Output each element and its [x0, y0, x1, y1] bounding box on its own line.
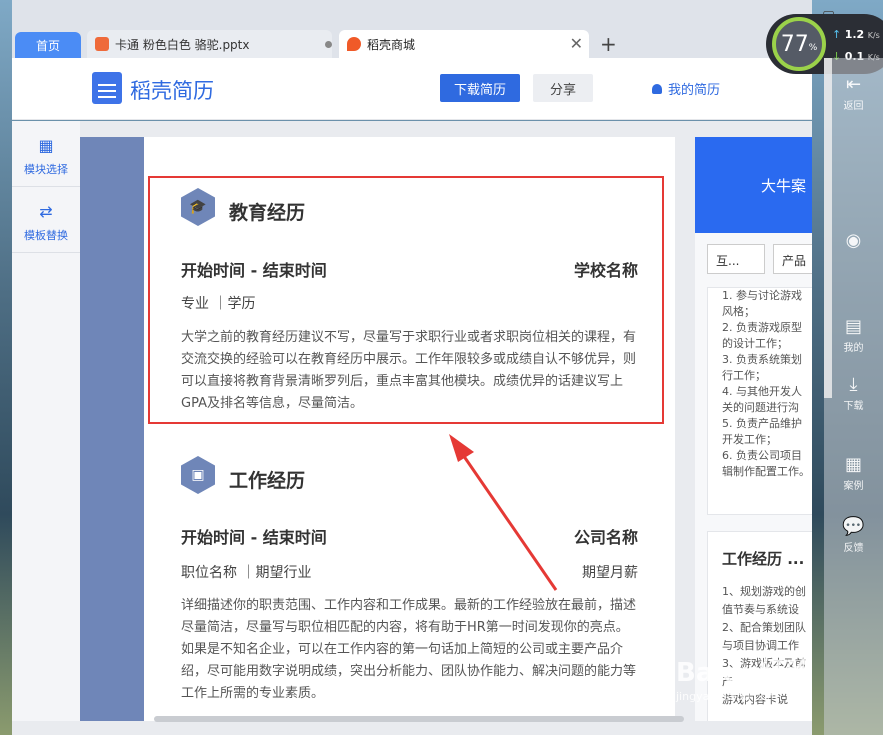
- case-card-line: 5. 负责产品维护: [722, 417, 802, 430]
- sidebar-item-template-replace[interactable]: ⇄ 模板替换: [12, 189, 80, 253]
- tab-label: 稻壳商城: [367, 37, 416, 52]
- briefcase-icon: ▣: [181, 456, 215, 494]
- highlight-box: [148, 176, 664, 424]
- app-logo-text: 稻壳简历: [130, 79, 214, 103]
- upload-speed-value: 1.2: [844, 28, 865, 41]
- document-icon: ▤: [844, 316, 862, 337]
- tab-home[interactable]: 首页: [15, 32, 81, 58]
- download-resume-button[interactable]: 下载简历: [440, 74, 520, 102]
- case-card-line: 4. 与其他开发人: [722, 385, 802, 398]
- tab-bar: 首页 卡通 粉色白色 骆驼.pptx 稻壳商城 ✕ + ▢ —: [12, 0, 836, 58]
- usage-percent-unit: %: [808, 43, 818, 53]
- work-expected-salary[interactable]: 期望月薪: [582, 562, 638, 582]
- case-card-line: 2、配合策划团队: [722, 621, 806, 634]
- case-card-line: 关的问题进行沟: [722, 401, 799, 414]
- docer-flame-icon: [347, 37, 361, 51]
- case-card-title: 工作经历 ...: [722, 550, 805, 568]
- close-tab-icon[interactable]: ✕: [570, 34, 583, 53]
- sidebar-item-label: 模板替换: [24, 229, 68, 242]
- back-arrow-icon: ⇤: [845, 74, 862, 95]
- memory-usage-ring: 77%: [772, 17, 826, 71]
- back-label: 返回: [843, 101, 864, 112]
- sidebar-item-label: 模块选择: [24, 163, 68, 176]
- work-company-name[interactable]: 公司名称: [574, 524, 638, 548]
- mine-button[interactable]: ▤ 我的: [824, 316, 883, 354]
- swap-icon: ⇄: [39, 202, 53, 221]
- tab-pptx[interactable]: 卡通 粉色白色 骆驼.pptx: [87, 30, 332, 58]
- work-position-industry[interactable]: 职位名称 ｜期望行业: [181, 562, 311, 582]
- case-card[interactable]: 1. 参与讨论游戏 风格； 2. 负责游戏原型 的设计工作； 3. 负责系统策划 行工作；…: [707, 287, 812, 515]
- case-card-line: 风格；: [722, 305, 755, 318]
- back-button[interactable]: ⇤ 返回: [824, 74, 883, 112]
- user-icon: [652, 84, 662, 94]
- case-card-line: 6. 负责公司项目: [722, 449, 802, 462]
- case-card-line: 的设计工作；: [722, 337, 788, 350]
- tab-label: 首页: [35, 38, 60, 53]
- usage-percent: 77: [780, 31, 809, 57]
- assistant-icon[interactable]: ◉: [824, 230, 883, 253]
- floating-toolbar: ⇤ 返回 ◉ ▤ 我的 ⤓ 下载 ▦ 案例 💬 反馈: [824, 58, 883, 735]
- share-button[interactable]: 分享: [533, 74, 593, 102]
- sidebar-item-module-select[interactable]: ▦ 模块选择: [12, 123, 80, 187]
- upload-speed: 1.2 K/s: [832, 28, 880, 41]
- feedback-button[interactable]: 💬 反馈: [824, 516, 883, 554]
- case-card-line: 辑制作配置工作。: [722, 465, 810, 478]
- feedback-label: 反馈: [843, 543, 864, 554]
- my-resume-label: 我的简历: [668, 83, 721, 98]
- work-section-title[interactable]: 工作经历: [229, 466, 305, 493]
- grid-icon: ▦: [844, 454, 862, 475]
- case-card-line: 开发工作；: [722, 433, 777, 446]
- tab-docer-store[interactable]: 稻壳商城 ✕: [339, 30, 589, 58]
- my-resume-link[interactable]: 我的简历: [652, 79, 720, 98]
- new-tab-button[interactable]: +: [600, 32, 617, 56]
- case-card-line: 1、规划游戏的创: [722, 585, 806, 598]
- download-button[interactable]: ⤓ 下载: [824, 374, 883, 412]
- download-icon: ⤓: [849, 374, 858, 395]
- speed-unit: K/s: [867, 31, 880, 40]
- case-card-line: 1. 参与讨论游戏: [722, 289, 802, 302]
- cases-button[interactable]: ▦ 案例: [824, 454, 883, 492]
- industry-select[interactable]: 互...: [707, 244, 765, 274]
- case-card-line: 值节奏与系统设: [722, 603, 799, 616]
- left-sidebar: ▦ 模块选择 ⇄ 模板替换: [12, 121, 80, 721]
- work-time-range[interactable]: 开始时间 - 结束时间: [181, 524, 327, 548]
- watermark-logo: Baidu经验: [676, 658, 812, 688]
- app-header: 稻壳简历 下载简历 分享 我的简历: [12, 58, 812, 120]
- template-case-panel: 大牛案 互... 产品 1. 参与讨论游戏 风格； 2. 负责游戏原型 的设计工作； 3…: [695, 137, 812, 721]
- case-banner[interactable]: 大牛案: [695, 137, 812, 233]
- horizontal-scrollbar[interactable]: [154, 716, 684, 722]
- resume-logo-icon: [92, 72, 122, 104]
- case-card-line: 2. 负责游戏原型: [722, 321, 802, 334]
- case-card-line: 行工作；: [722, 369, 766, 382]
- work-description[interactable]: 详细描述你的职责范围、工作内容和工作成果。最新的工作经验放在最前，描述尽量简洁，…: [181, 595, 638, 705]
- ppt-file-icon: [95, 37, 109, 51]
- resume-side-strip: [80, 137, 144, 721]
- position-select[interactable]: 产品: [773, 244, 812, 274]
- cases-label: 案例: [843, 481, 864, 492]
- mine-label: 我的: [843, 343, 864, 354]
- watermark-url: jingyan.baidu.com: [676, 690, 778, 703]
- download-label: 下载: [843, 401, 864, 412]
- grid-icon: ▦: [38, 136, 54, 155]
- unsaved-dot-icon: [325, 41, 332, 48]
- tab-label: 卡通 粉色白色 骆驼.pptx: [115, 37, 250, 52]
- chat-icon: 💬: [842, 516, 865, 537]
- case-card-line: 3. 负责系统策划: [722, 353, 802, 366]
